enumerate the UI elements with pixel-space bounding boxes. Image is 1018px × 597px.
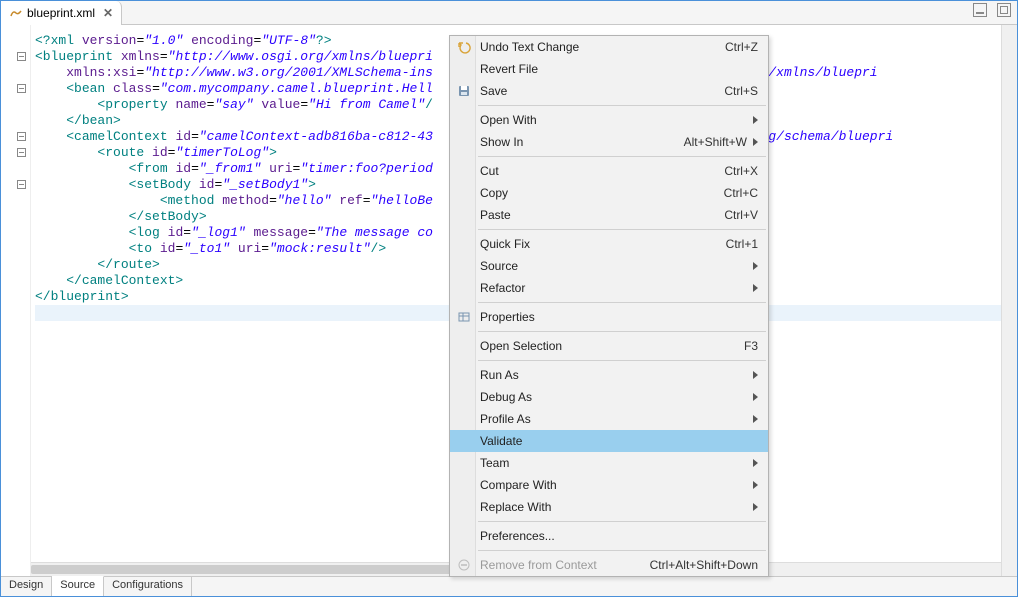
menu-item-remove-from-context: Remove from ContextCtrl+Alt+Shift+Down [450,554,768,576]
menu-item-label: Replace With [480,500,747,514]
menu-item-shortcut: Ctrl+Alt+Shift+Down [650,558,758,572]
menu-item-shortcut: Ctrl+Z [725,40,758,54]
gutter[interactable] [1,25,31,576]
editor-tab[interactable]: blueprint.xml ✕ [1,1,122,25]
menu-separator [478,229,766,230]
chevron-right-icon [753,503,758,511]
menu-item-shortcut: Ctrl+V [724,208,758,222]
menu-separator [478,302,766,303]
menu-item-label: Open Selection [480,339,744,353]
undo-icon [456,39,472,55]
menu-separator [478,360,766,361]
menu-item-label: Properties [480,310,758,324]
menu-item-validate[interactable]: Validate [450,430,768,452]
menu-item-source[interactable]: Source [450,255,768,277]
bottom-tabs: DesignSourceConfigurations [1,576,1017,596]
menu-item-label: Refactor [480,281,747,295]
menu-item-label: Debug As [480,390,747,404]
menu-item-compare-with[interactable]: Compare With [450,474,768,496]
menu-item-shortcut: F3 [744,339,758,353]
minimize-button[interactable] [973,3,987,17]
menu-item-show-in[interactable]: Show InAlt+Shift+W [450,131,768,153]
menu-item-copy[interactable]: CopyCtrl+C [450,182,768,204]
menu-item-label: Copy [480,186,724,200]
menu-item-label: Remove from Context [480,558,650,572]
menu-item-shortcut: Ctrl+C [724,186,758,200]
menu-separator [478,156,766,157]
menu-item-label: Cut [480,164,724,178]
menu-item-label: Paste [480,208,724,222]
menu-item-profile-as[interactable]: Profile As [450,408,768,430]
chevron-right-icon [753,284,758,292]
close-icon[interactable]: ✕ [103,6,113,20]
menu-item-label: Profile As [480,412,747,426]
menu-item-cut[interactable]: CutCtrl+X [450,160,768,182]
fold-toggle-icon[interactable] [17,52,26,61]
menu-item-replace-with[interactable]: Replace With [450,496,768,518]
menu-item-label: Show In [480,135,684,149]
bottom-tab-design[interactable]: Design [1,577,52,596]
fold-toggle-icon[interactable] [17,180,26,189]
menu-item-shortcut: Ctrl+X [724,164,758,178]
chevron-right-icon [753,415,758,423]
camel-file-icon [9,6,23,20]
horizontal-scroll-thumb[interactable] [31,565,497,574]
save-icon [456,83,472,99]
menu-item-label: Run As [480,368,747,382]
chevron-right-icon [753,116,758,124]
menu-item-revert-file[interactable]: Revert File [450,58,768,80]
menu-item-label: Validate [480,434,758,448]
properties-icon [456,309,472,325]
menu-item-undo-text-change[interactable]: Undo Text ChangeCtrl+Z [450,36,768,58]
fold-toggle-icon[interactable] [17,132,26,141]
menu-item-shortcut: Ctrl+S [724,84,758,98]
maximize-button[interactable] [997,3,1011,17]
chevron-right-icon [753,393,758,401]
chevron-right-icon [753,459,758,467]
menu-item-label: Quick Fix [480,237,726,251]
menu-item-refactor[interactable]: Refactor [450,277,768,299]
menu-item-properties[interactable]: Properties [450,306,768,328]
menu-separator [478,105,766,106]
vertical-scrollbar[interactable] [1001,25,1017,576]
menu-item-open-selection[interactable]: Open SelectionF3 [450,335,768,357]
fold-toggle-icon[interactable] [17,84,26,93]
editor-window-controls [973,3,1011,17]
menu-item-label: Compare With [480,478,747,492]
chevron-right-icon [753,481,758,489]
menu-separator [478,550,766,551]
remove-icon [456,557,472,573]
menu-item-label: Save [480,84,724,98]
menu-item-label: Open With [480,113,747,127]
context-menu: Undo Text ChangeCtrl+ZRevert FileSaveCtr… [449,35,769,577]
menu-item-label: Revert File [480,62,758,76]
menu-item-save[interactable]: SaveCtrl+S [450,80,768,102]
menu-item-shortcut: Alt+Shift+W [684,135,747,149]
menu-item-open-with[interactable]: Open With [450,109,768,131]
menu-item-paste[interactable]: PasteCtrl+V [450,204,768,226]
menu-item-debug-as[interactable]: Debug As [450,386,768,408]
menu-item-label: Undo Text Change [480,40,725,54]
menu-item-preferences[interactable]: Preferences... [450,525,768,547]
menu-separator [478,331,766,332]
bottom-tab-source[interactable]: Source [52,576,104,596]
chevron-right-icon [753,138,758,146]
menu-item-quick-fix[interactable]: Quick FixCtrl+1 [450,233,768,255]
menu-item-label: Source [480,259,747,273]
menu-separator [478,521,766,522]
chevron-right-icon [753,262,758,270]
menu-item-run-as[interactable]: Run As [450,364,768,386]
menu-item-team[interactable]: Team [450,452,768,474]
fold-toggle-icon[interactable] [17,148,26,157]
bottom-tab-configurations[interactable]: Configurations [104,577,192,596]
menu-item-shortcut: Ctrl+1 [726,237,758,251]
chevron-right-icon [753,371,758,379]
tab-filename: blueprint.xml [27,6,95,20]
menu-item-label: Preferences... [480,529,758,543]
menu-item-label: Team [480,456,747,470]
editor-tabbar: blueprint.xml ✕ [1,1,1017,25]
